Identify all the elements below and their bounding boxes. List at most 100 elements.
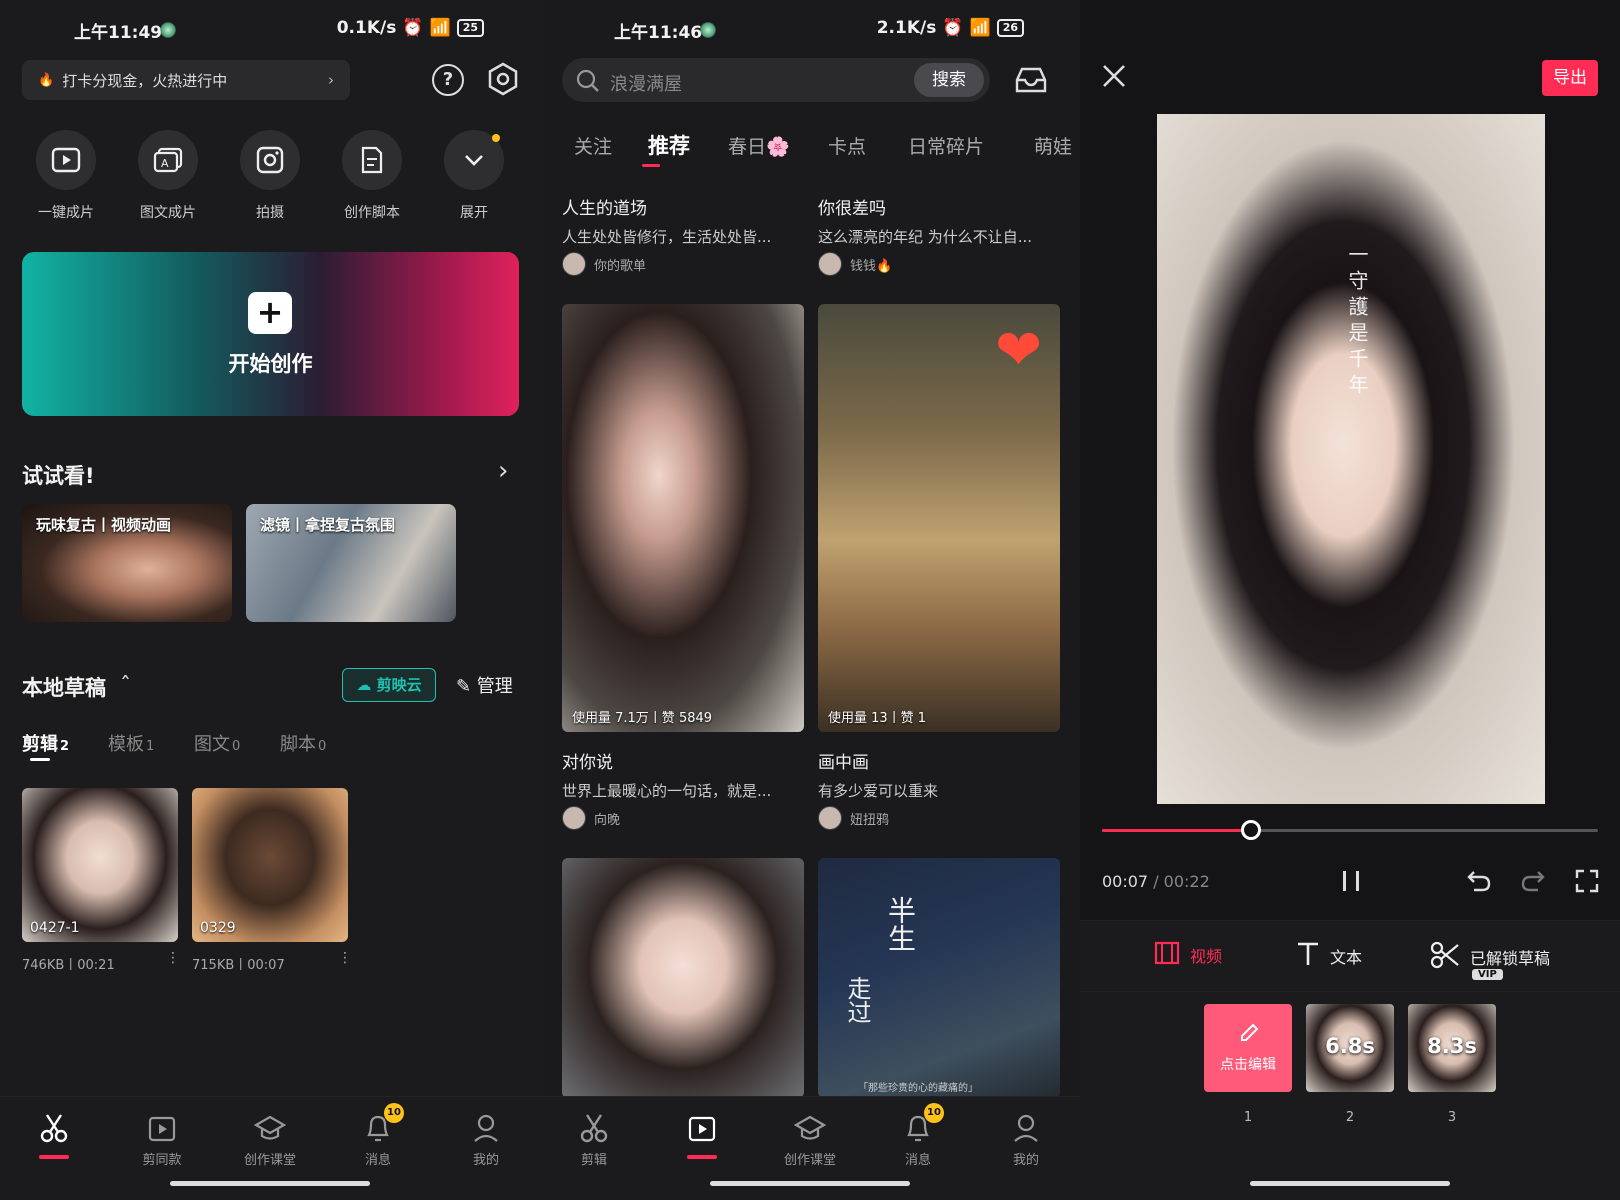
export-button[interactable]: 导出 [1542, 60, 1598, 96]
avatar [562, 252, 586, 276]
draft-tab-edit[interactable]: 剪辑 2 [22, 730, 69, 756]
vip-badge: VIP [1472, 969, 1503, 980]
settings-icon[interactable] [486, 62, 520, 100]
quick-action-one-click[interactable]: 一键成片 [36, 130, 96, 222]
tool-label: 文本 [1330, 948, 1363, 967]
draft-tab-label: 剪辑 [22, 734, 58, 755]
nav-classroom[interactable]: 创作课堂 [775, 1111, 845, 1168]
quick-action-shoot[interactable]: 拍摄 [240, 130, 300, 222]
cloud-button[interactable]: ☁ 剪映云 [342, 668, 436, 702]
draft-tab-label: 脚本 [280, 734, 316, 755]
poem-footer: 「那些珍贵的心的藏痛的」 [858, 1083, 978, 1094]
tool-video[interactable]: 视频 [1154, 941, 1222, 969]
collapse-icon[interactable]: ˆ [120, 674, 131, 699]
more-icon[interactable]: ⋮ [338, 950, 352, 966]
template-author[interactable]: 钱钱🔥 [818, 252, 892, 276]
tab-recommend[interactable]: 推荐 [648, 130, 690, 160]
graduation-cap-icon [235, 1111, 305, 1145]
draft-meta: 715KB丨00:07 [192, 958, 285, 973]
search-button[interactable]: 搜索 [914, 63, 984, 97]
draft-tab-script[interactable]: 脚本 0 [280, 730, 326, 756]
nav-templates[interactable]: 剪同款 [127, 1111, 197, 1168]
inbox-icon[interactable] [1014, 66, 1048, 98]
draft-tab-template[interactable]: 模板 1 [108, 730, 154, 756]
close-icon[interactable] [1102, 64, 1126, 92]
time-separator: / [1148, 872, 1164, 891]
clip-thumbnail[interactable]: 8.3s [1408, 1004, 1496, 1092]
template-title[interactable]: 对你说 [562, 748, 613, 773]
template-stats: 使用量 13丨赞 1 [828, 711, 927, 726]
author-name: 向晚 [594, 812, 621, 828]
scrubber-handle[interactable] [1240, 820, 1261, 840]
undo-icon[interactable] [1466, 868, 1492, 898]
clip-thumbnail[interactable]: 6.8s [1306, 1004, 1394, 1092]
start-create-label: 开始创作 [228, 352, 313, 376]
start-create-button[interactable]: + 开始创作 [22, 252, 519, 416]
template-title[interactable]: 人生的道场 [562, 194, 647, 219]
nav-classroom[interactable]: 创作课堂 [235, 1111, 305, 1168]
nav-edit[interactable] [19, 1111, 89, 1159]
chevron-right-icon: › [328, 71, 334, 89]
nav-edit[interactable]: 剪辑 [559, 1111, 629, 1168]
nav-messages[interactable]: 10 消息 [883, 1103, 953, 1168]
try-card[interactable]: 玩味复古丨视频动画 [22, 504, 232, 622]
quick-action-image-text[interactable]: A 图文成片 [138, 130, 198, 222]
person-icon [451, 1111, 521, 1145]
help-icon[interactable]: ? [432, 64, 464, 96]
pause-icon[interactable] [1340, 868, 1362, 898]
tab-beat[interactable]: 卡点 [828, 132, 866, 159]
template-author[interactable]: 你的歌单 [562, 252, 646, 276]
nav-active-indicator [687, 1155, 717, 1159]
template-card[interactable]: 使用量 7.1万丨赞 5849 [562, 304, 804, 732]
nav-me[interactable]: 我的 [991, 1111, 1061, 1168]
status-time: 上午11:49 [74, 23, 163, 43]
draft-name: 0427-1 [30, 920, 80, 936]
more-icon[interactable]: ⋮ [166, 950, 180, 966]
home-indicator [170, 1181, 370, 1186]
draft-thumbnail[interactable]: 0427-1 [22, 788, 178, 942]
promo-banner[interactable]: 🔥 打卡分现金，火热进行中 › [22, 60, 350, 100]
nav-label: 创作课堂 [243, 1153, 296, 1168]
clip-edit-button[interactable]: 点击编辑 [1204, 1004, 1292, 1092]
fullscreen-icon[interactable] [1574, 868, 1600, 898]
template-desc: 世界上最暖心的一句话，就是... [562, 782, 772, 800]
clip-number: 1 [1243, 1110, 1253, 1125]
tab-daily[interactable]: 日常碎片 [908, 132, 984, 159]
draft-thumbnail[interactable]: 0329 [192, 788, 348, 942]
template-author[interactable]: 妞扭鸦 [818, 806, 889, 830]
draft-tab-imagetext[interactable]: 图文 0 [194, 730, 240, 756]
template-card[interactable]: 半生 走过 「那些珍贵的心的藏痛的」 [818, 858, 1060, 1098]
script-doc-icon [342, 130, 402, 190]
draft-tab-indicator [30, 758, 50, 761]
template-card[interactable] [562, 858, 804, 1098]
clip-number: 3 [1447, 1110, 1457, 1125]
tool-text[interactable]: 文本 [1296, 941, 1362, 971]
draft-tab-count: 2 [60, 739, 70, 754]
time-readout: 00:07 / 00:22 [1102, 872, 1210, 891]
redo-icon[interactable] [1520, 868, 1546, 898]
tab-spring[interactable]: 春日🌸 [728, 132, 790, 159]
nav-me[interactable]: 我的 [451, 1111, 521, 1168]
tab-follow[interactable]: 关注 [574, 132, 612, 159]
quick-action-script[interactable]: 创作脚本 [342, 130, 402, 222]
search-bar[interactable]: 浪漫满屋 搜索 [562, 58, 990, 102]
quick-action-label: 创作脚本 [344, 205, 400, 221]
try-card[interactable]: 滤镜丨拿捏复古氛围 [246, 504, 456, 622]
svg-text:A: A [161, 157, 169, 170]
chevron-right-icon[interactable]: › [498, 456, 508, 486]
manage-button[interactable]: ✎ 管理 [456, 672, 513, 698]
tab-kids[interactable]: 萌娃 [1034, 132, 1072, 159]
nav-messages[interactable]: 10 消息 [343, 1103, 413, 1168]
video-preview[interactable]: 一守護是千年 [1157, 114, 1545, 804]
template-title[interactable]: 你很差吗 [818, 194, 886, 219]
template-author[interactable]: 向晚 [562, 806, 620, 830]
nav-templates[interactable] [667, 1111, 737, 1159]
template-title[interactable]: 画中画 [818, 748, 869, 773]
time-current: 00:07 [1102, 872, 1149, 891]
quick-action-expand[interactable]: 展开 [444, 130, 504, 222]
status-right: 2.1K/s ⏰ 📶 26 [877, 18, 1024, 38]
poem-text-small: 走过 [843, 976, 871, 1024]
template-card[interactable]: ❤ 使用量 13丨赞 1 [818, 304, 1060, 732]
author-name: 钱钱🔥 [850, 258, 893, 274]
timeline-scrubber[interactable] [1102, 820, 1598, 840]
